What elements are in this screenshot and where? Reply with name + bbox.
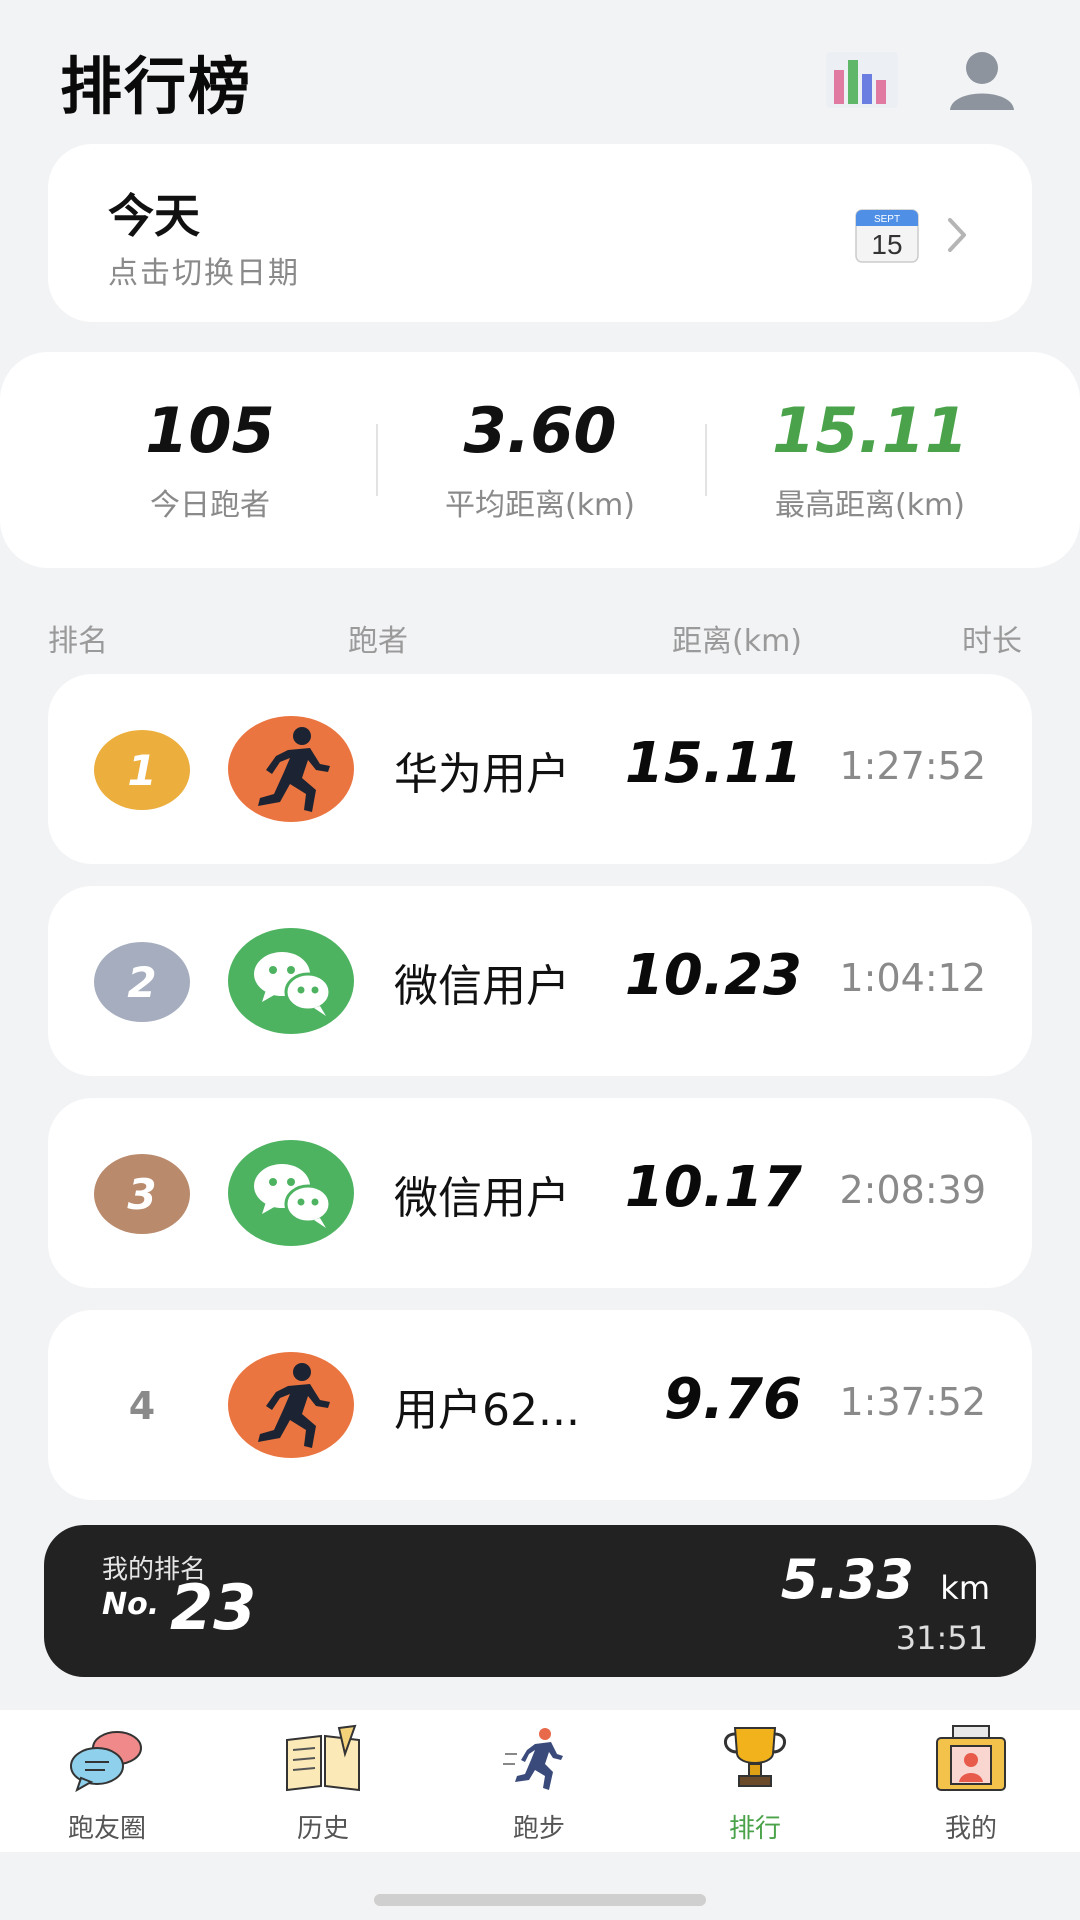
- calendar-icon: SEPT 15: [855, 209, 919, 263]
- stat-label: 最高距离(km): [774, 488, 965, 523]
- column-header-rank: 排名: [48, 624, 108, 659]
- calendar-month: SEPT: [874, 214, 900, 225]
- tab-label: 跑步: [512, 1814, 565, 1844]
- wechat-icon: [254, 1164, 332, 1228]
- column-header-runner: 跑者: [348, 624, 408, 659]
- runner-duration: 1:04:12: [839, 956, 987, 1000]
- runner-duration: 2:08:39: [839, 1168, 987, 1212]
- tab-ranking[interactable]: 排行: [680, 1724, 830, 1848]
- rank-badge-silver: 2: [94, 942, 190, 1022]
- header: 排行榜: [0, 0, 1080, 140]
- profile-button[interactable]: [944, 48, 1020, 112]
- my-duration: 31:51: [895, 1619, 988, 1657]
- runner-distance: 10.17: [624, 1155, 802, 1220]
- runner-icon: [258, 727, 330, 812]
- stat-average-distance: 3.60 平均距离(km): [375, 400, 705, 524]
- tab-label: 历史: [296, 1814, 349, 1844]
- avatar: [228, 1352, 354, 1458]
- runner-distance: 9.76: [663, 1367, 802, 1432]
- trophy-icon: [724, 1727, 786, 1787]
- bottom-tab-bar: 跑友圈 历史 跑步 排行 我的: [0, 1710, 1080, 1852]
- date-hint: 点击切换日期: [108, 256, 300, 291]
- avatar: [228, 716, 354, 822]
- date-title: 今天: [108, 189, 200, 243]
- my-rank-prefix: No.: [102, 1587, 160, 1622]
- stats-chart-button[interactable]: [824, 48, 900, 112]
- tab-label: 排行: [728, 1814, 781, 1844]
- chat-bubbles-icon: [70, 1731, 142, 1793]
- leaderboard-row[interactable]: 1 华为用户 15.11 1:27:52: [48, 674, 1032, 864]
- runner-name: 微信用户: [394, 1173, 570, 1224]
- stat-value: 3.60: [463, 394, 617, 467]
- stat-value: 15.11: [771, 394, 969, 467]
- avatar: [228, 928, 354, 1034]
- runner-duration: 1:37:52: [839, 1380, 987, 1424]
- leaderboard-row[interactable]: 3 微信用户 10.17 2:08:39: [48, 1098, 1032, 1288]
- tab-label: 跑友圈: [67, 1814, 146, 1844]
- rank-badge-bronze: 3: [94, 1154, 190, 1234]
- my-distance: 5.33: [780, 1548, 914, 1611]
- wechat-icon: [254, 952, 332, 1016]
- stat-runners-today: 105 今日跑者: [45, 400, 375, 524]
- my-distance-unit: km: [940, 1569, 990, 1607]
- tab-label: 我的: [944, 1814, 997, 1844]
- my-rank-number: 23: [170, 1571, 257, 1644]
- profile-card-icon: [936, 1725, 1006, 1791]
- book-icon: [286, 1724, 360, 1792]
- chevron-right-icon: [948, 218, 966, 252]
- stat-label: 今日跑者: [150, 488, 270, 523]
- stats-summary: 105 今日跑者 3.60 平均距离(km) 15.11 最高距离(km): [0, 352, 1080, 568]
- bar-chart-icon: [826, 52, 898, 108]
- my-rank-bar[interactable]: 我的排名 No. 23 5.33 km 31:51: [44, 1525, 1036, 1677]
- user-icon: [950, 52, 1014, 110]
- stat-label: 平均距离(km): [444, 488, 635, 523]
- runner-distance: 10.23: [624, 943, 802, 1008]
- column-header-duration: 时长: [962, 624, 1022, 659]
- runner-distance: 15.11: [624, 731, 802, 796]
- leaderboard-row[interactable]: 2 微信用户 10.23 1:04:12: [48, 886, 1032, 1076]
- running-man-icon: [503, 1728, 563, 1790]
- leaderboard-row[interactable]: 4 用户62... 9.76 1:37:52: [48, 1310, 1032, 1500]
- column-header-distance: 距离(km): [672, 624, 803, 659]
- runner-name: 微信用户: [394, 961, 570, 1012]
- stat-max-distance: 15.11 最高距离(km): [705, 400, 1035, 524]
- stat-value: 105: [145, 394, 275, 467]
- runner-name: 华为用户: [394, 749, 570, 800]
- tab-history[interactable]: 历史: [248, 1724, 398, 1848]
- tab-friends-circle[interactable]: 跑友圈: [32, 1724, 182, 1848]
- runner-icon: [258, 1363, 330, 1448]
- rank-number: 4: [128, 1384, 156, 1428]
- avatar: [228, 1140, 354, 1246]
- runner-duration: 1:27:52: [839, 744, 987, 788]
- rank-badge-gold: 1: [94, 730, 190, 810]
- page-title: 排行榜: [60, 50, 253, 123]
- runner-name: 用户62...: [394, 1385, 580, 1436]
- date-selector[interactable]: 今天 点击切换日期 SEPT 15: [48, 144, 1032, 322]
- calendar-day: 15: [871, 229, 902, 260]
- tab-mine[interactable]: 我的: [896, 1724, 1046, 1848]
- home-indicator[interactable]: [374, 1894, 706, 1906]
- tab-run[interactable]: 跑步: [464, 1724, 614, 1848]
